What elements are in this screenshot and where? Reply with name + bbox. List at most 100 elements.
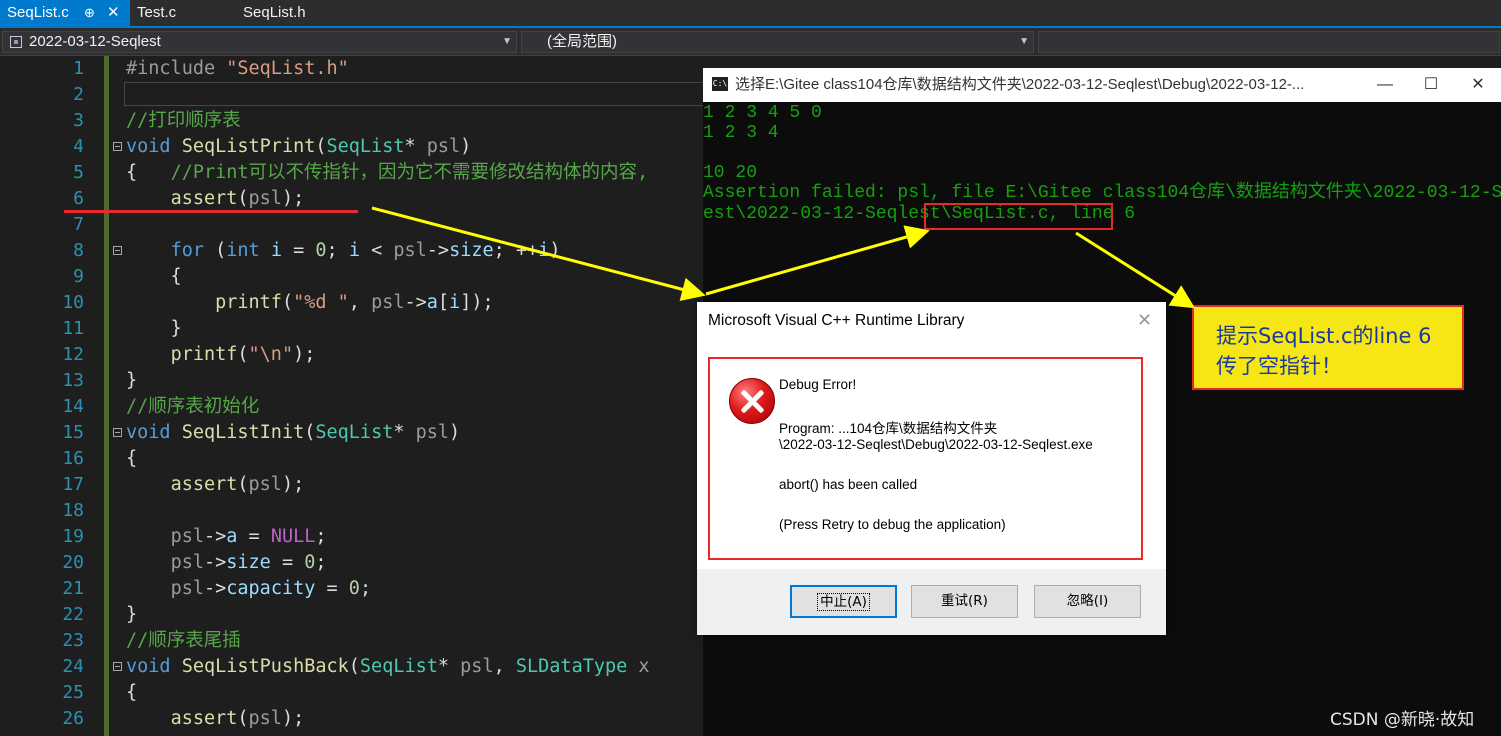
code-line[interactable]: 24 void SeqListPushBack(SeqList* psl, SLD…: [0, 654, 703, 680]
chevron-down-icon: ▼: [502, 36, 512, 47]
code-line[interactable]: 1 #include "SeqList.h": [0, 56, 703, 82]
tab-seqlist-h[interactable]: SeqList.h: [236, 0, 346, 26]
code-text: for (int i = 0; i < psl->size; ++i): [170, 240, 561, 261]
project-name: 2022-03-12-Seqlest: [29, 33, 161, 50]
line-number: 24: [62, 656, 84, 677]
code-line[interactable]: 12 printf("\n");: [0, 342, 703, 368]
code-text: assert(psl);: [170, 188, 305, 209]
code-text: }: [126, 370, 138, 391]
code-line[interactable]: 2: [0, 82, 703, 108]
console-titlebar[interactable]: C:\ 选择E:\Gitee class104仓库\数据结构文件夹\2022-0…: [703, 68, 1501, 102]
program-path-line: Program: ...104仓库\数据结构文件夹: [779, 421, 998, 436]
debug-error-dialog[interactable]: Microsoft Visual C++ Runtime Library ✕ D…: [697, 302, 1166, 635]
line-number: 26: [62, 708, 84, 729]
line-number: 14: [62, 396, 84, 417]
code-text: {: [126, 448, 138, 469]
line-number: 3: [73, 110, 84, 131]
line-number: 2: [73, 84, 84, 105]
collapse-icon[interactable]: [113, 246, 122, 255]
minimize-icon[interactable]: —: [1362, 68, 1408, 102]
close-icon[interactable]: ✕: [1455, 68, 1501, 102]
collapse-icon[interactable]: [113, 662, 122, 671]
ignore-button[interactable]: 忽略(I): [1034, 585, 1141, 618]
code-line[interactable]: 22}: [0, 602, 703, 628]
code-line[interactable]: 16 {: [0, 446, 703, 472]
line-number: 16: [62, 448, 84, 469]
dialog-message-area: Debug Error! Program: ...104仓库\数据结构文件夹 \…: [708, 357, 1143, 560]
code-line[interactable]: 25 {: [0, 680, 703, 706]
code-text: psl->size = 0;: [170, 552, 327, 573]
console-output-line: Assertion failed: psl, file E:\Gitee cla…: [703, 183, 1501, 203]
code-line[interactable]: 8 for (int i = 0; i < psl->size; ++i): [0, 238, 703, 264]
code-line[interactable]: 6 assert(psl);: [0, 186, 703, 212]
project-dropdown[interactable]: 2022-03-12-Seqlest ▼: [2, 31, 517, 53]
scope-name: (全局范围): [547, 33, 617, 50]
console-output-line: 1 2 3 4: [703, 123, 779, 143]
code-comment: //打印顺序表: [126, 110, 241, 131]
line-number: 10: [62, 292, 84, 313]
code-text: void SeqListInit(SeqList* psl): [126, 422, 461, 443]
code-text: psl->capacity = 0;: [170, 578, 372, 599]
code-line[interactable]: 7: [0, 212, 703, 238]
retry-button[interactable]: 重试(R): [911, 585, 1018, 618]
code-text: {: [126, 266, 182, 287]
code-line[interactable]: 11 }: [0, 316, 703, 342]
abort-button[interactable]: 中止(A): [790, 585, 897, 618]
collapse-icon[interactable]: [113, 428, 122, 437]
code-line[interactable]: 10 printf("%d ", psl->a[i]);: [0, 290, 703, 316]
close-tab-icon[interactable]: ✕: [107, 0, 120, 26]
code-line[interactable]: 3 //打印顺序表: [0, 108, 703, 134]
code-line[interactable]: 21 psl->capacity = 0;: [0, 576, 703, 602]
red-underline-annotation: [64, 210, 358, 213]
line-number: 19: [62, 526, 84, 547]
console-title: 选择E:\Gitee class104仓库\数据结构文件夹\2022-03-12…: [735, 76, 1305, 93]
member-dropdown[interactable]: [1038, 31, 1500, 53]
code-line[interactable]: 17 assert(psl);: [0, 472, 703, 498]
line-number: 4: [73, 136, 84, 157]
code-line[interactable]: 18: [0, 498, 703, 524]
line-number: 15: [62, 422, 84, 443]
dialog-title: Microsoft Visual C++ Runtime Library: [708, 312, 965, 329]
code-line[interactable]: 26 assert(psl);: [0, 706, 703, 732]
code-line[interactable]: 19 psl->a = NULL;: [0, 524, 703, 550]
current-line-highlight: [124, 82, 703, 106]
code-line[interactable]: 5 { //Print可以不传指针，因为它不需要修改结构体的内容,: [0, 160, 703, 186]
code-text: void SeqListPrint(SeqList* psl): [126, 136, 472, 157]
maximize-icon[interactable]: ☐: [1408, 68, 1454, 102]
abort-button-label: 中止(A): [817, 593, 870, 611]
callout-line: 传了空指针！: [1216, 354, 1342, 378]
code-line[interactable]: 9 {: [0, 264, 703, 290]
project-icon: [10, 36, 22, 48]
code-text: }: [126, 318, 182, 339]
line-number: 5: [73, 162, 84, 183]
console-output-line: 1 2 3 4 5 0: [703, 103, 822, 123]
code-line[interactable]: 20 psl->size = 0;: [0, 550, 703, 576]
callout-line: 提示SeqList.c的line 6: [1216, 324, 1432, 348]
code-text: assert(psl);: [170, 474, 305, 495]
scope-dropdown[interactable]: (全局范围) ▼: [521, 31, 1034, 53]
line-number: 17: [62, 474, 84, 495]
code-text: assert(psl);: [170, 708, 305, 729]
close-icon[interactable]: ✕: [1137, 310, 1152, 331]
code-text: printf("\n");: [170, 344, 316, 365]
line-number: 22: [62, 604, 84, 625]
code-line[interactable]: 23 //顺序表尾插: [0, 628, 703, 654]
tab-test-c[interactable]: Test.c: [130, 0, 236, 26]
code-text: printf("%d ", psl->a[i]);: [215, 292, 494, 313]
collapse-icon[interactable]: [113, 142, 122, 151]
pin-icon[interactable]: ⊕: [84, 0, 95, 26]
code-line[interactable]: 4 void SeqListPrint(SeqList* psl): [0, 134, 703, 160]
editor-tab-bar: SeqList.c ⊕ ✕ Test.c SeqList.h: [0, 0, 1501, 28]
code-text: psl->a = NULL;: [170, 526, 327, 547]
code-editor[interactable]: 1 #include "SeqList.h" 2 3 //打印顺序表 4 void S…: [0, 56, 703, 736]
watermark: CSDN @新晓·故知: [1330, 710, 1475, 730]
red-highlight-box: [924, 203, 1113, 230]
code-line[interactable]: 14 //顺序表初始化: [0, 394, 703, 420]
error-icon: [729, 378, 775, 424]
tab-seqlist-c[interactable]: SeqList.c ⊕ ✕: [0, 0, 130, 26]
code-line[interactable]: 13}: [0, 368, 703, 394]
chevron-down-icon: ▼: [1019, 36, 1029, 47]
code-line[interactable]: 15 void SeqListInit(SeqList* psl): [0, 420, 703, 446]
tab-label: SeqList.h: [243, 4, 306, 21]
code-text: void SeqListPushBack(SeqList* psl, SLDat…: [126, 656, 650, 677]
